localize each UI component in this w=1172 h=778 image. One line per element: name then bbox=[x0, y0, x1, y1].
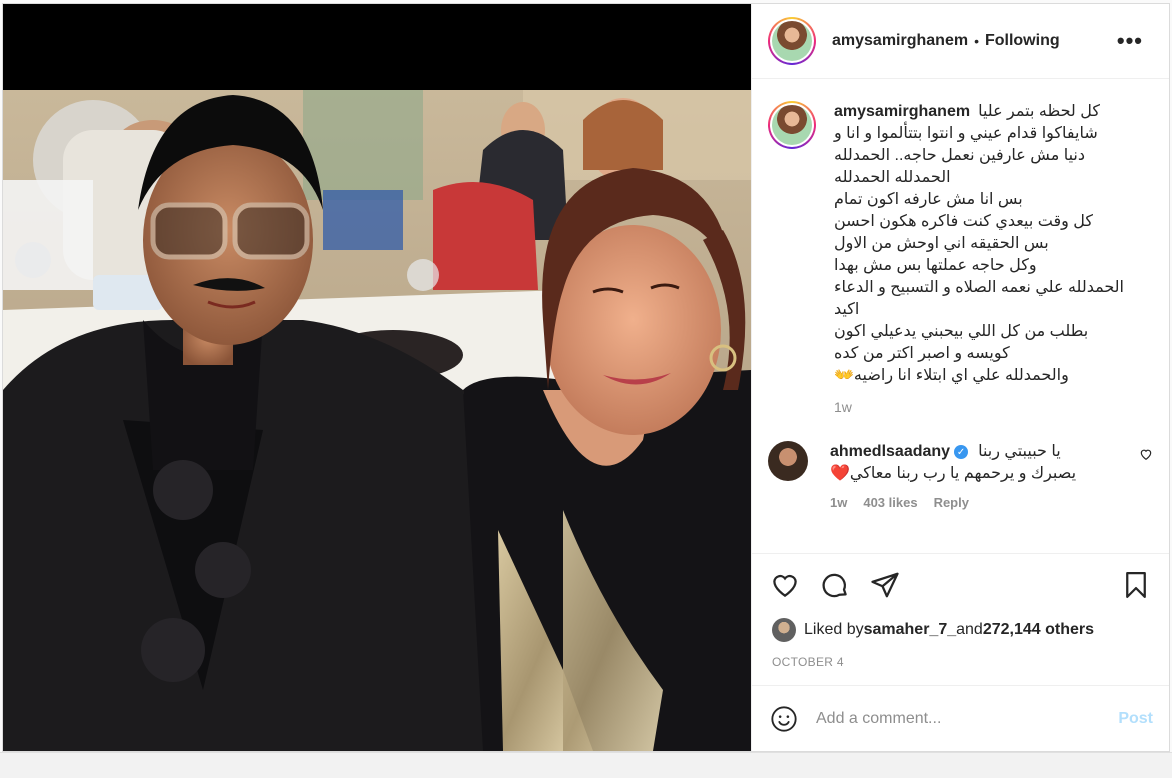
caption-body: amysamirghanem كل لحظه بتمر عليا شايفاكو… bbox=[834, 101, 1153, 415]
caption-time[interactable]: 1w bbox=[834, 399, 1153, 415]
emoji-smiley-icon[interactable] bbox=[768, 703, 800, 735]
caption-line: بس الحقيقه اني اوحش من الاول bbox=[834, 235, 1049, 252]
liker-avatar[interactable] bbox=[772, 618, 796, 642]
caption-line: كويسه و اصبر اكتر من كده bbox=[834, 345, 1010, 362]
caption-line: الحمدلله علي نعمه الصلاه و التسبيح و الد… bbox=[834, 279, 1124, 296]
caption-line: اكيد bbox=[834, 301, 860, 318]
post-media[interactable] bbox=[3, 4, 751, 751]
comment-meta: 1w 403 likes Reply bbox=[830, 495, 1129, 510]
comment-line: يا حبيبتي ربنا bbox=[978, 443, 1061, 460]
bottom-scroll-area bbox=[0, 752, 1172, 778]
comment-item: ahmedlsaadany ✓ يا حبيبتي ربنا يصبرك و ي… bbox=[768, 441, 1153, 510]
likes-count[interactable]: 272,144 others bbox=[983, 621, 1094, 639]
caption-line: وكل حاجه عملتها بس مش بهدا bbox=[834, 257, 1037, 274]
separator-dot: • bbox=[974, 33, 979, 49]
comment-line: يصبرك و يرحمهم يا رب ربنا معاكي❤️ bbox=[830, 465, 1077, 482]
caption: amysamirghanem كل لحظه بتمر عليا شايفاكو… bbox=[768, 101, 1153, 415]
caption-username[interactable]: amysamirghanem bbox=[834, 103, 970, 121]
post-date[interactable]: OCTOBER 4 bbox=[752, 645, 1169, 685]
reply-button[interactable]: Reply bbox=[934, 495, 969, 510]
post-comment-button[interactable]: Post bbox=[1118, 710, 1153, 728]
caption-line: كل لحظه بتمر عليا bbox=[978, 103, 1100, 120]
comment-time[interactable]: 1w bbox=[830, 495, 847, 510]
author-avatar[interactable] bbox=[768, 17, 816, 65]
comment-body: ahmedlsaadany ✓ يا حبيبتي ربنا يصبرك و ي… bbox=[830, 441, 1129, 510]
comment-like-heart-icon[interactable] bbox=[1139, 447, 1153, 461]
share-paper-plane-icon[interactable] bbox=[868, 568, 902, 602]
caption-avatar[interactable] bbox=[768, 101, 816, 149]
verified-badge-icon: ✓ bbox=[954, 445, 969, 459]
save-bookmark-icon[interactable] bbox=[1119, 568, 1153, 602]
post-header: amysamirghanem • Following ••• bbox=[752, 4, 1169, 79]
caption-line: والحمدلله علي اي ابتلاء انا راضيه👐 bbox=[834, 367, 1069, 384]
post-photo bbox=[3, 90, 751, 751]
comment-bubble-icon[interactable] bbox=[818, 568, 852, 602]
comment-likes[interactable]: 403 likes bbox=[863, 495, 917, 510]
likes-middle: and bbox=[956, 621, 983, 638]
likes-prefix: Liked by bbox=[804, 621, 864, 638]
author-username[interactable]: amysamirghanem bbox=[832, 32, 968, 50]
more-options-icon[interactable]: ••• bbox=[1107, 28, 1153, 54]
following-button[interactable]: Following bbox=[985, 32, 1060, 50]
comments-list[interactable]: amysamirghanem كل لحظه بتمر عليا شايفاكو… bbox=[752, 79, 1169, 553]
add-comment-bar: Post bbox=[752, 685, 1169, 751]
post-dialog: amysamirghanem • Following ••• amysamirg… bbox=[2, 3, 1170, 752]
caption-line: كل وقت بيعدي كنت فاكره هكون احسن bbox=[834, 213, 1093, 230]
caption-line: شايفاكوا قدام عيني و انتوا بتتألموا و ان… bbox=[834, 125, 1098, 142]
caption-line: الحمدلله الحمدلله bbox=[834, 169, 951, 186]
caption-line: بس انا مش عارفه اكون تمام bbox=[834, 191, 1023, 208]
comment-input[interactable] bbox=[816, 709, 1119, 728]
likes-summary: Liked by samaher_7_ and 272,144 others bbox=[752, 615, 1169, 645]
commenter-username[interactable]: ahmedlsaadany bbox=[830, 443, 950, 461]
action-bar bbox=[752, 553, 1169, 615]
post-side-panel: amysamirghanem • Following ••• amysamirg… bbox=[751, 4, 1169, 751]
caption-line: بطلب من كل اللي بيحبني يدعيلي اكون bbox=[834, 323, 1089, 340]
caption-line: دنيا مش عارفين نعمل حاجه.. الحمدلله bbox=[834, 147, 1085, 164]
liker-username[interactable]: samaher_7_ bbox=[864, 621, 957, 639]
like-heart-icon[interactable] bbox=[768, 568, 802, 602]
commenter-avatar[interactable] bbox=[768, 441, 808, 481]
